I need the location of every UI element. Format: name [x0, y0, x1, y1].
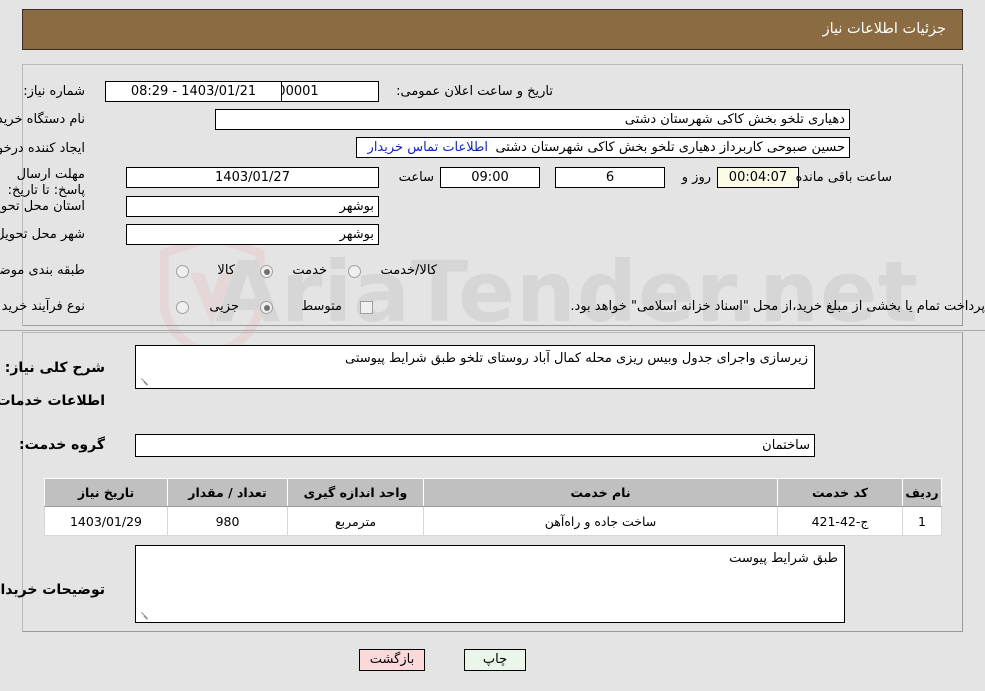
back-button[interactable]: بازگشت	[359, 649, 425, 671]
service-group-label: گروه خدمت:	[19, 437, 105, 453]
buyer-notes-label: توضیحات خریدار:	[0, 582, 105, 598]
process-label: نوع فرآیند خرید :	[0, 299, 85, 314]
islamic-treasury-bills-label: پرداخت تمام یا بخشی از مبلغ خرید،از محل …	[570, 299, 985, 314]
buyer-notes-textarea[interactable]: طبق شرایط پیوست	[135, 545, 845, 623]
cell-name: ساخت جاده و راه‌آهن	[423, 506, 778, 536]
category-option-label-1: خدمت	[292, 263, 327, 278]
countdown-timer-value: 00:04:07	[717, 167, 799, 188]
need-number-label: شماره نیاز:	[23, 84, 85, 99]
deadline-date-value: 1403/01/27	[126, 167, 379, 188]
creator-label: ایجاد کننده درخواست:	[0, 141, 85, 156]
general-description-textarea[interactable]: زیرسازی واجرای جدول وبیس ریزی محله کمال …	[135, 345, 815, 389]
province-value: بوشهر	[126, 196, 379, 217]
general-description-label: شرح کلی نیاز:	[4, 360, 105, 376]
buyer-org-value: دهیاری تلخو بخش کاکی شهرستان دشتی	[215, 109, 850, 130]
category-label: طبقه بندی موضوعی:	[0, 263, 85, 278]
table-col-date: تاریخ نیاز	[44, 478, 168, 507]
resize-grip-icon[interactable]	[139, 377, 149, 387]
cell-qty: 980	[167, 506, 288, 536]
general-description-value: زیرسازی واجرای جدول وبیس ریزی محله کمال …	[345, 351, 808, 366]
category-option-label-2: کالا/خدمت	[380, 263, 437, 278]
deadline-time-value: 09:00	[440, 167, 540, 188]
radio-category-goods[interactable]	[176, 265, 189, 278]
cell-row: 1	[902, 506, 942, 536]
category-option-label-0: کالا	[217, 263, 235, 278]
print-button[interactable]: چاپ	[464, 649, 526, 671]
table-row: 1 ج-42-421 ساخت جاده و راه‌آهن مترمربع 9…	[44, 506, 942, 536]
province-label: استان محل تحویل:	[0, 199, 85, 214]
remaining-hours-label: ساعت باقی مانده	[795, 170, 892, 185]
public-announce-label: تاریخ و ساعت اعلان عمومی:	[396, 84, 553, 99]
public-announce-value: 1403/01/21 - 08:29	[105, 81, 282, 102]
city-label: شهر محل تحویل:	[0, 227, 85, 242]
buyer-org-label: نام دستگاه خریدار:	[0, 112, 85, 127]
page-header: جزئیات اطلاعات نیاز	[22, 9, 963, 50]
service-group-value: ساختمان	[135, 434, 815, 457]
table-col-qty: تعداد / مقدار	[167, 478, 288, 507]
deadline-hour-label: ساعت	[398, 170, 434, 185]
resize-grip-icon[interactable]	[139, 611, 149, 621]
table-col-code: کد خدمت	[777, 478, 903, 507]
deadline-label: مهلت ارسال پاسخ: تا تاریخ:	[7, 167, 85, 198]
remaining-days-value: 6	[555, 167, 665, 188]
need-info-panel	[22, 64, 963, 326]
table-col-name: نام خدمت	[423, 478, 778, 507]
remaining-days-label: روز و	[681, 170, 711, 185]
services-table: ردیف کد خدمت نام خدمت واحد اندازه گیری ت…	[44, 478, 942, 536]
table-col-row: ردیف	[902, 478, 942, 507]
services-section-heading: اطلاعات خدمات مورد نیاز	[0, 393, 105, 409]
table-header-row: ردیف کد خدمت نام خدمت واحد اندازه گیری ت…	[44, 478, 942, 507]
radio-category-service[interactable]	[260, 265, 273, 278]
page-title: جزئیات اطلاعات نیاز	[822, 21, 946, 37]
cell-unit: مترمربع	[287, 506, 424, 536]
radio-category-goods-service[interactable]	[348, 265, 361, 278]
cell-code: ج-42-421	[777, 506, 903, 536]
buyer-notes-value: طبق شرایط پیوست	[729, 551, 838, 566]
buyer-contact-link[interactable]: اطلاعات تماس خریدار	[368, 140, 488, 155]
city-value: بوشهر	[126, 224, 379, 245]
cell-date: 1403/01/29	[44, 506, 168, 536]
table-col-unit: واحد اندازه گیری	[287, 478, 424, 507]
